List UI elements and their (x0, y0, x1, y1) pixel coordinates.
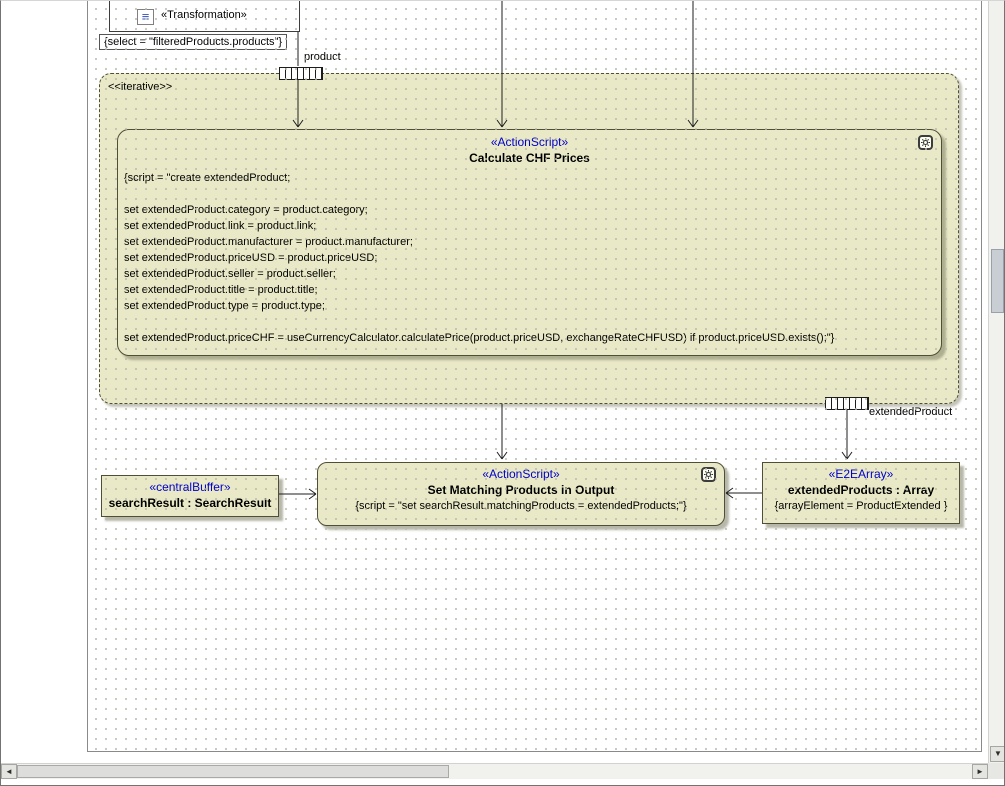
script-line (124, 186, 941, 202)
script-line: {script = "create extendedProduct; (124, 170, 941, 186)
flow-array-to-set-matching[interactable] (726, 488, 762, 498)
scroll-left-button[interactable]: ◄ (1, 764, 17, 779)
script-line: set extendedProduct.type = product.type; (124, 298, 941, 314)
action-title: Calculate CHF Prices (118, 150, 941, 166)
scrollbar-corner (988, 763, 1005, 779)
script-line: set extendedProduct.priceCHF = useCurren… (124, 330, 941, 346)
array-stereotype: «E2EArray» (763, 466, 959, 482)
horizontal-scrollbar[interactable]: ◄ ► (1, 763, 988, 779)
script-line: set extendedProduct.manufacturer = produ… (124, 234, 941, 250)
scroll-left-icon: ◄ (5, 767, 13, 776)
script-line (124, 314, 941, 330)
transformation-element[interactable]: ≡ «Transformation» (109, 1, 300, 32)
iterative-region-label: <<iterative>> (108, 81, 172, 93)
extended-products-name: extendedProducts : Array (763, 482, 959, 498)
extended-product-expansion-node[interactable] (825, 397, 869, 410)
action-script: {script = "set searchResult.matchingProd… (318, 498, 724, 514)
vertical-scrollbar-thumb[interactable] (991, 249, 1004, 313)
application-window: <<iterative>> «ActionScript» Calculate C… (0, 0, 1005, 786)
actionscript-gear-icon (918, 135, 933, 150)
script-line: set extendedProduct.priceUSD = product.p… (124, 250, 941, 266)
scroll-down-button[interactable]: ▼ (990, 746, 1005, 762)
script-line: set extendedProduct.link = product.link; (124, 218, 941, 234)
script-line: set extendedProduct.title = product.titl… (124, 282, 941, 298)
search-result-name: searchResult : SearchResult (102, 495, 278, 511)
transformation-icon: ≡ (137, 9, 154, 25)
diagram-canvas[interactable]: <<iterative>> «ActionScript» Calculate C… (87, 1, 982, 752)
array-element-detail: {arrayElement = ProductExtended } (763, 498, 959, 514)
flow-extended-pin-to-array[interactable] (842, 410, 852, 459)
flow-search-result-to-set-matching[interactable] (279, 489, 316, 499)
scroll-right-button[interactable]: ► (972, 764, 988, 779)
horizontal-scrollbar-thumb[interactable] (17, 765, 449, 778)
scroll-right-icon: ► (976, 767, 984, 776)
action-stereotype: «ActionScript» (318, 466, 724, 482)
action-title: Set Matching Products in Output (318, 482, 724, 498)
script-line: set extendedProduct.category = product.c… (124, 202, 941, 218)
product-expansion-node[interactable] (279, 67, 323, 80)
extended-products-array-node[interactable]: «E2EArray» extendedProducts : Array {arr… (762, 462, 960, 524)
product-pin-label: product (304, 51, 341, 63)
select-constraint-label: {select = "filteredProducts.products"} (99, 34, 287, 50)
scroll-down-icon: ▼ (994, 749, 1002, 758)
set-matching-products-action[interactable]: «ActionScript» Set Matching Products in … (317, 462, 725, 526)
flow-region-to-set-matching[interactable] (497, 404, 507, 459)
search-result-buffer-node[interactable]: «centralBuffer» searchResult : SearchRes… (101, 475, 279, 517)
central-buffer-stereotype: «centralBuffer» (102, 479, 278, 495)
action-script: {script = "create extendedProduct; set e… (124, 170, 941, 346)
actionscript-gear-icon (701, 467, 716, 482)
script-line: set extendedProduct.seller = product.sel… (124, 266, 941, 282)
vertical-scrollbar[interactable]: ▼ (988, 1, 1005, 763)
action-stereotype: «ActionScript» (118, 134, 941, 150)
extended-product-pin-label: extendedProduct (869, 406, 952, 418)
transformation-stereotype: «Transformation» (161, 9, 247, 21)
calculate-chf-prices-action[interactable]: «ActionScript» Calculate CHF Prices {scr… (117, 129, 942, 356)
